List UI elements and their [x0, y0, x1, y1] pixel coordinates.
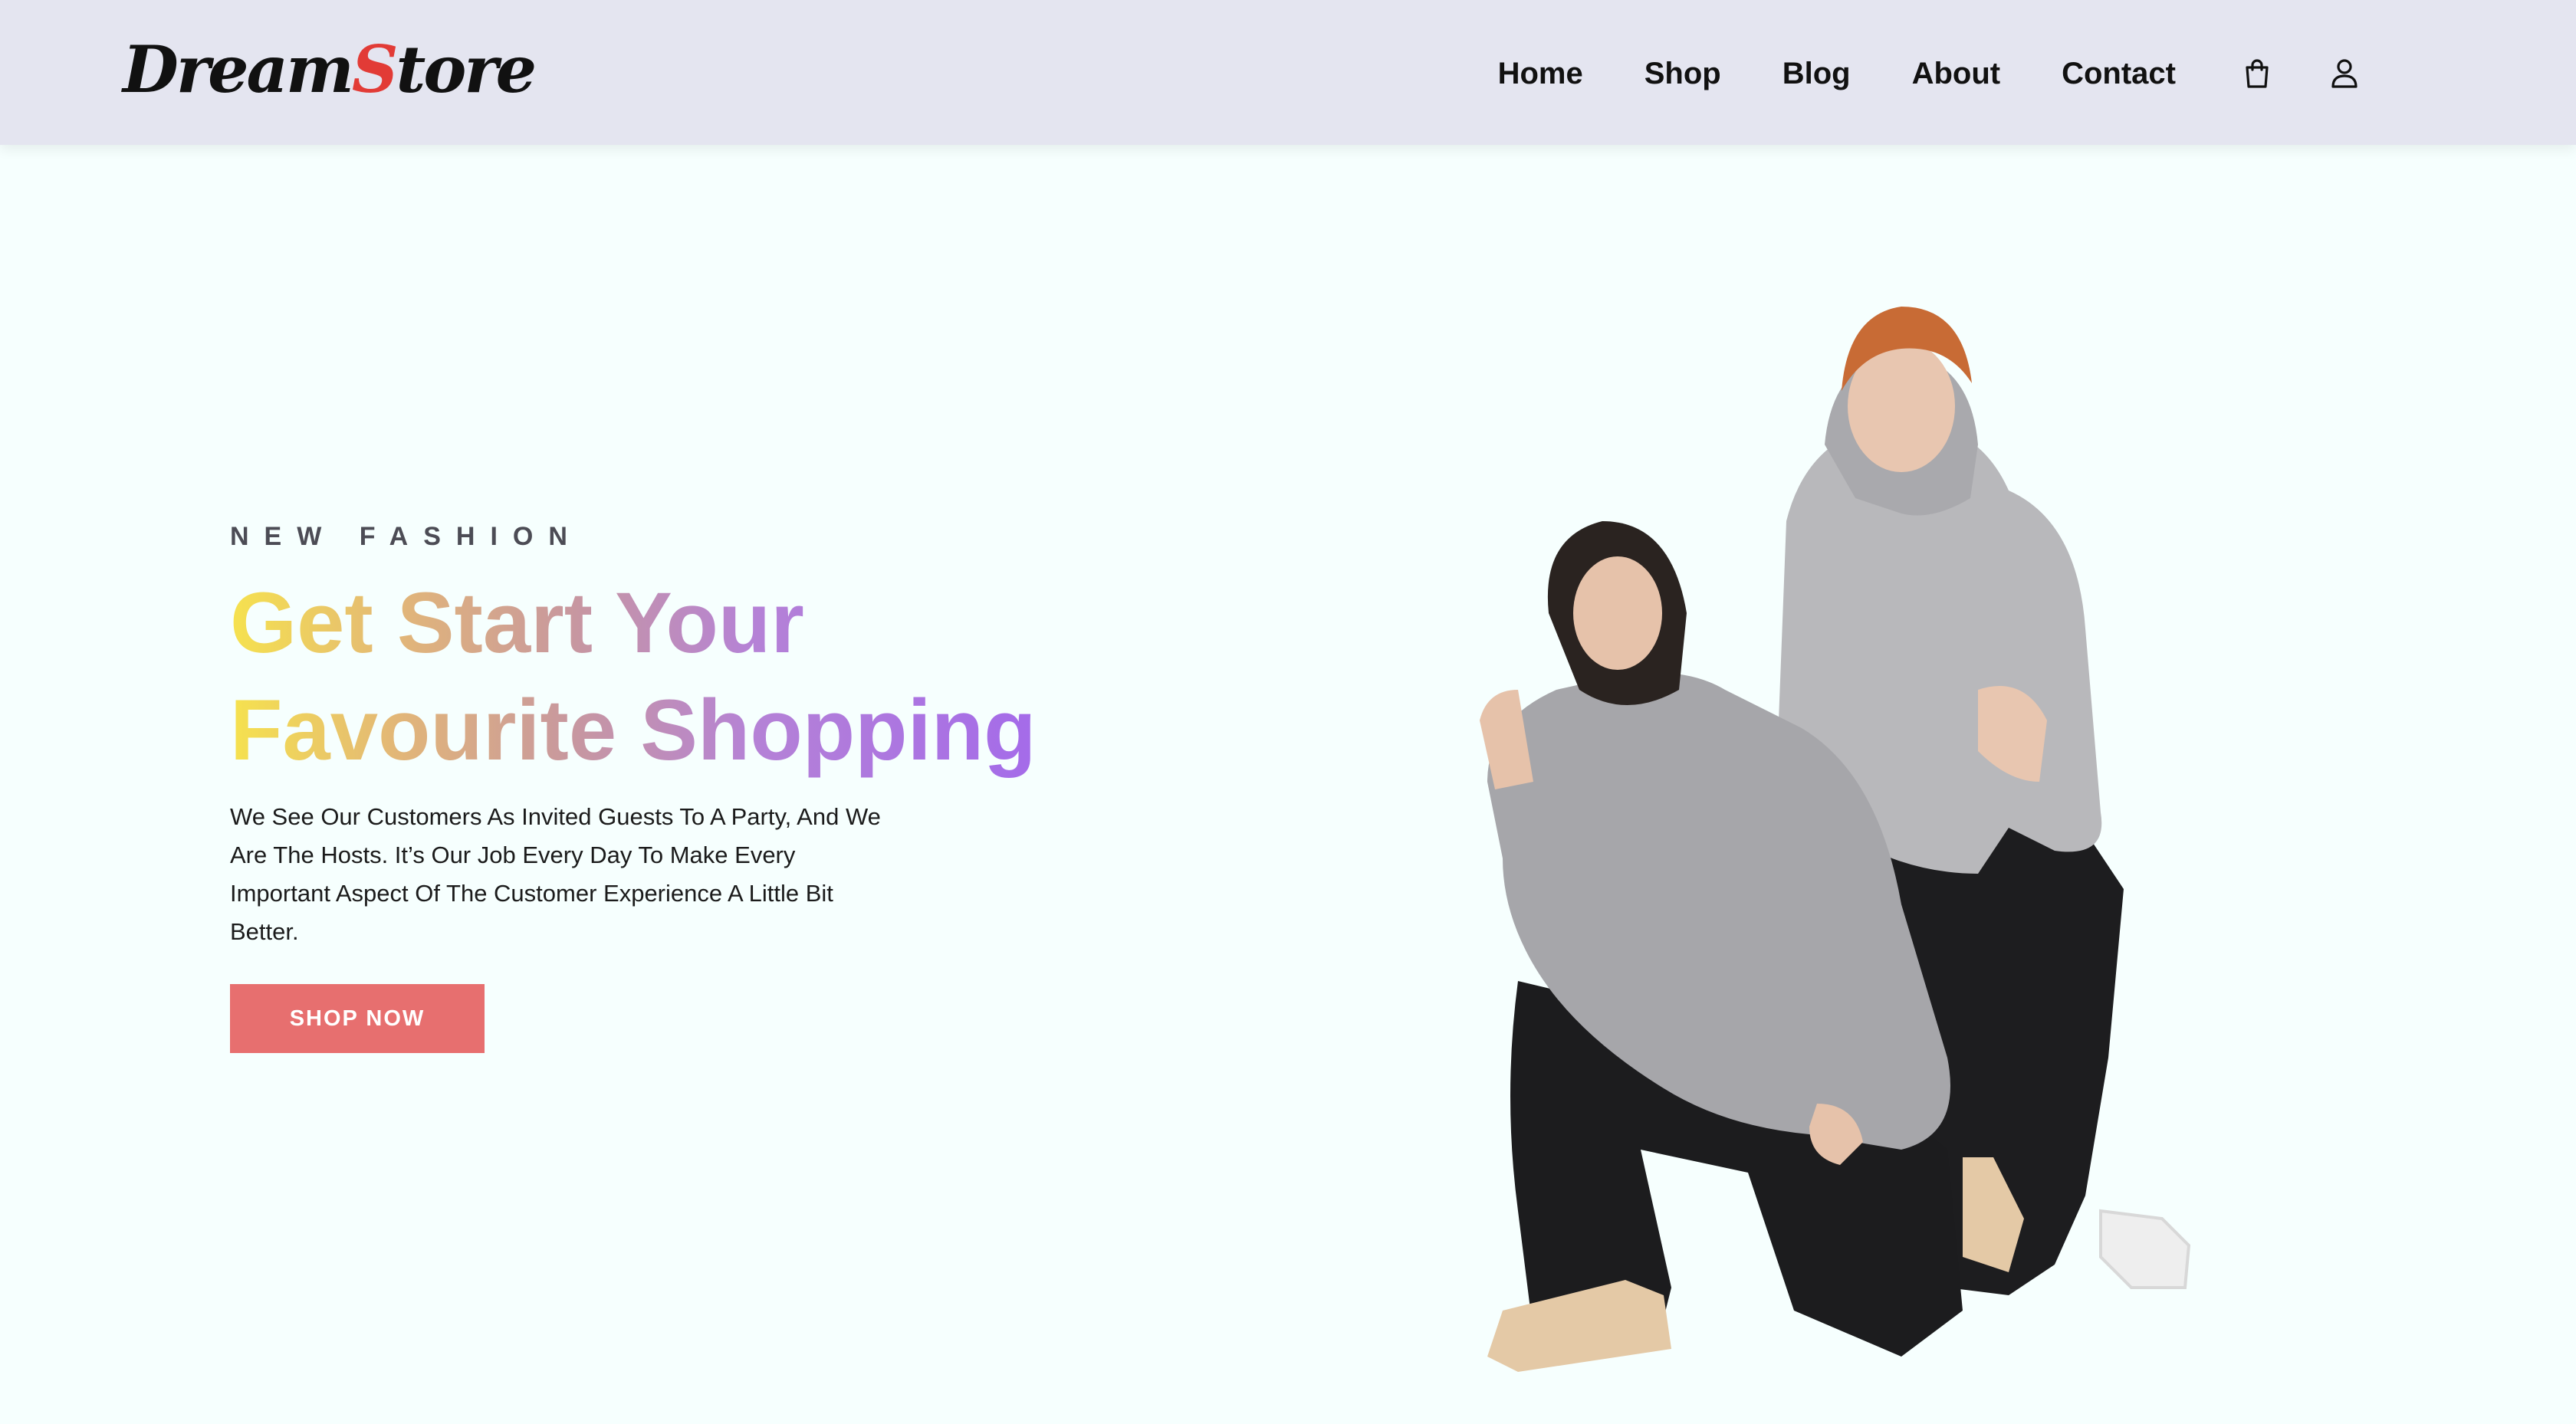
logo-text-main: Dream	[123, 31, 354, 107]
nav-link-shop[interactable]: Shop	[1644, 57, 1721, 91]
hero-models-image	[1472, 291, 2223, 1395]
shopping-bag-icon[interactable]	[2240, 55, 2274, 92]
user-icon[interactable]	[2328, 55, 2361, 92]
dreamstore-logo[interactable]: DreamStore	[123, 28, 537, 112]
hero-headline-line-1: Get Start Your	[230, 575, 804, 671]
logo-text-rest: tore	[396, 31, 537, 107]
logo-text-accent: S	[351, 31, 399, 107]
hero-eyebrow: NEW FASHION	[230, 522, 583, 551]
nav-link-contact[interactable]: Contact	[2062, 57, 2176, 91]
nav-link-about[interactable]: About	[1912, 57, 2001, 91]
hero-headline: Get Start Your Favourite Shopping	[230, 569, 1073, 784]
nav-link-home[interactable]: Home	[1498, 57, 1583, 91]
hero-text-block: NEW FASHION Get Start Your Favourite Sho…	[230, 517, 1073, 975]
models-illustration	[1480, 307, 2191, 1372]
main-nav: Home Shop Blog About Contact	[1498, 46, 2361, 101]
hero-headline-line-2: Favourite Shopping	[230, 682, 1037, 778]
shop-now-button[interactable]: SHOP NOW	[230, 984, 485, 1053]
hero-description: We See Our Customers As Invited Guests T…	[230, 803, 881, 945]
nav-link-blog[interactable]: Blog	[1783, 57, 1851, 91]
top-navbar: DreamStore Home Shop Blog About Contact	[0, 0, 2576, 145]
